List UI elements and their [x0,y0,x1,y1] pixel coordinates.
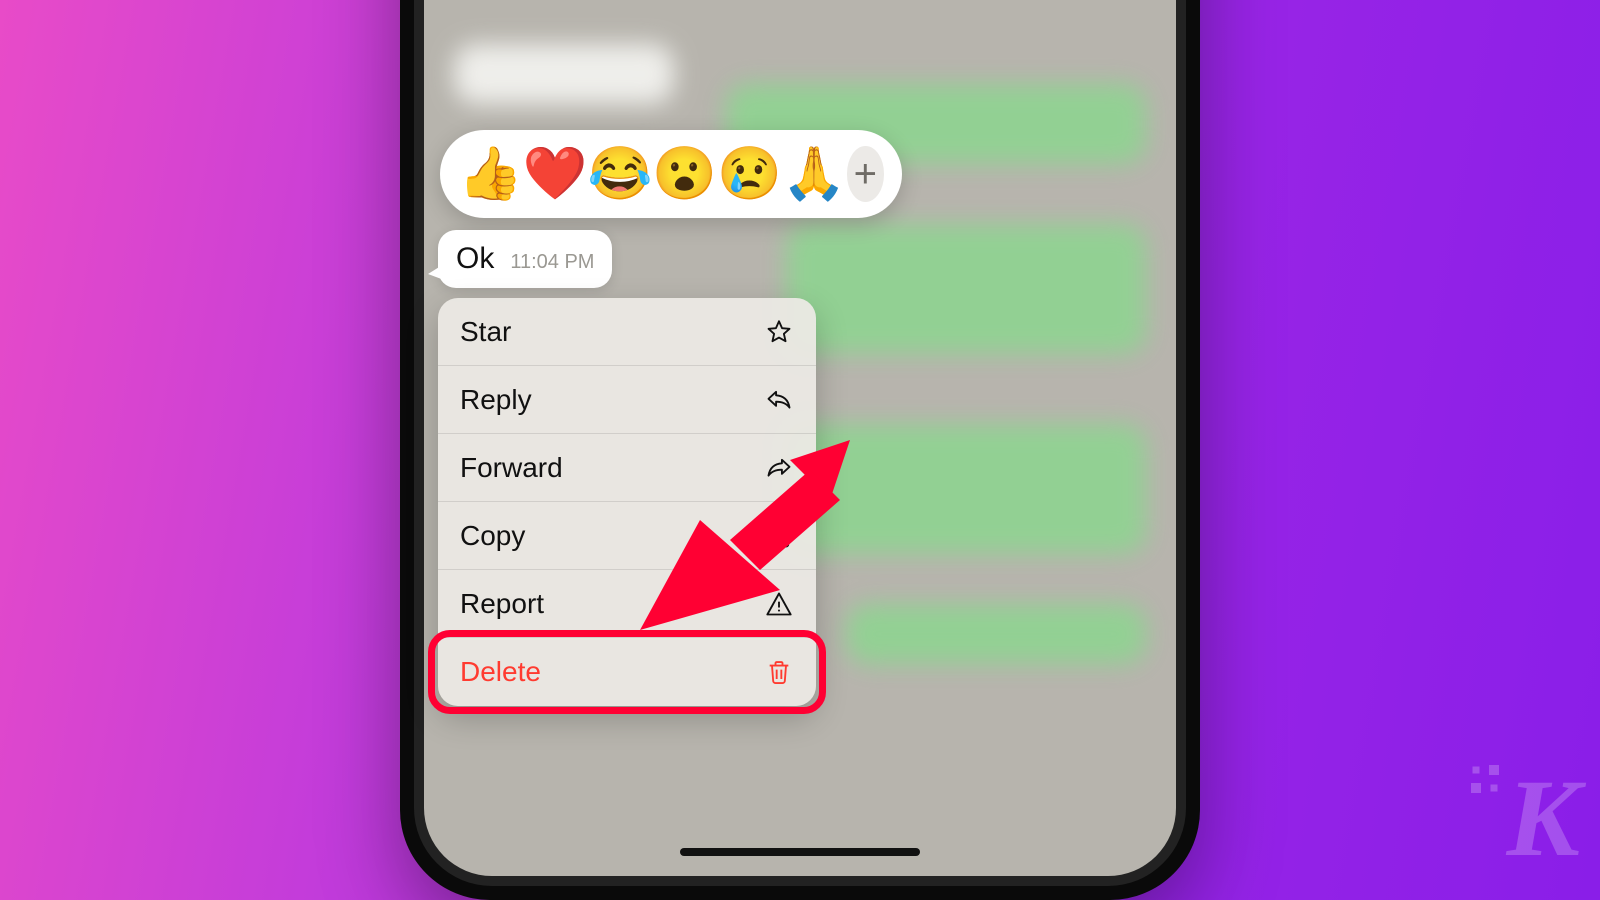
reaction-sad[interactable]: 😢 [717,148,782,200]
reaction-bar: 👍 ❤️ 😂 😮 😢 🙏 + [440,130,902,218]
watermark-text: K [1507,757,1576,879]
reaction-heart[interactable]: ❤️ [523,148,588,200]
menu-item-forward[interactable]: Forward [438,434,816,502]
reaction-pray[interactable]: 🙏 [782,148,847,200]
home-indicator [680,848,920,856]
copy-icon [764,521,794,551]
menu-label: Report [460,588,544,620]
message-timestamp: 11:04 PM [510,251,594,274]
warning-icon [764,589,794,619]
reply-icon [764,385,794,415]
forward-icon [764,453,794,483]
menu-item-star[interactable]: Star [438,298,816,366]
watermark: K [1507,755,1576,882]
menu-label: Copy [460,520,525,552]
reaction-surprised[interactable]: 😮 [652,148,717,200]
bubble-tail-icon [428,264,444,280]
menu-label: Star [460,316,511,348]
add-reaction-button[interactable]: + [847,146,885,202]
stage: 👍 ❤️ 😂 😮 😢 🙏 + Ok 11:04 PM Star Reply [0,0,1600,900]
menu-label: Reply [460,384,532,416]
menu-label: Delete [460,656,541,688]
context-menu: Star Reply Forward Copy Report [438,298,816,706]
menu-item-report[interactable]: Report [438,570,816,638]
menu-label: Forward [460,452,563,484]
trash-icon [764,657,794,687]
reaction-thumbs-up[interactable]: 👍 [458,148,523,200]
menu-item-reply[interactable]: Reply [438,366,816,434]
watermark-dots-icon [1471,765,1499,793]
menu-item-copy[interactable]: Copy [438,502,816,570]
message-text: Ok [456,242,494,276]
menu-item-delete[interactable]: Delete [438,638,816,706]
star-icon [764,317,794,347]
plus-icon: + [854,152,877,197]
reaction-laugh[interactable]: 😂 [588,148,653,200]
message-bubble[interactable]: Ok 11:04 PM [438,230,612,288]
